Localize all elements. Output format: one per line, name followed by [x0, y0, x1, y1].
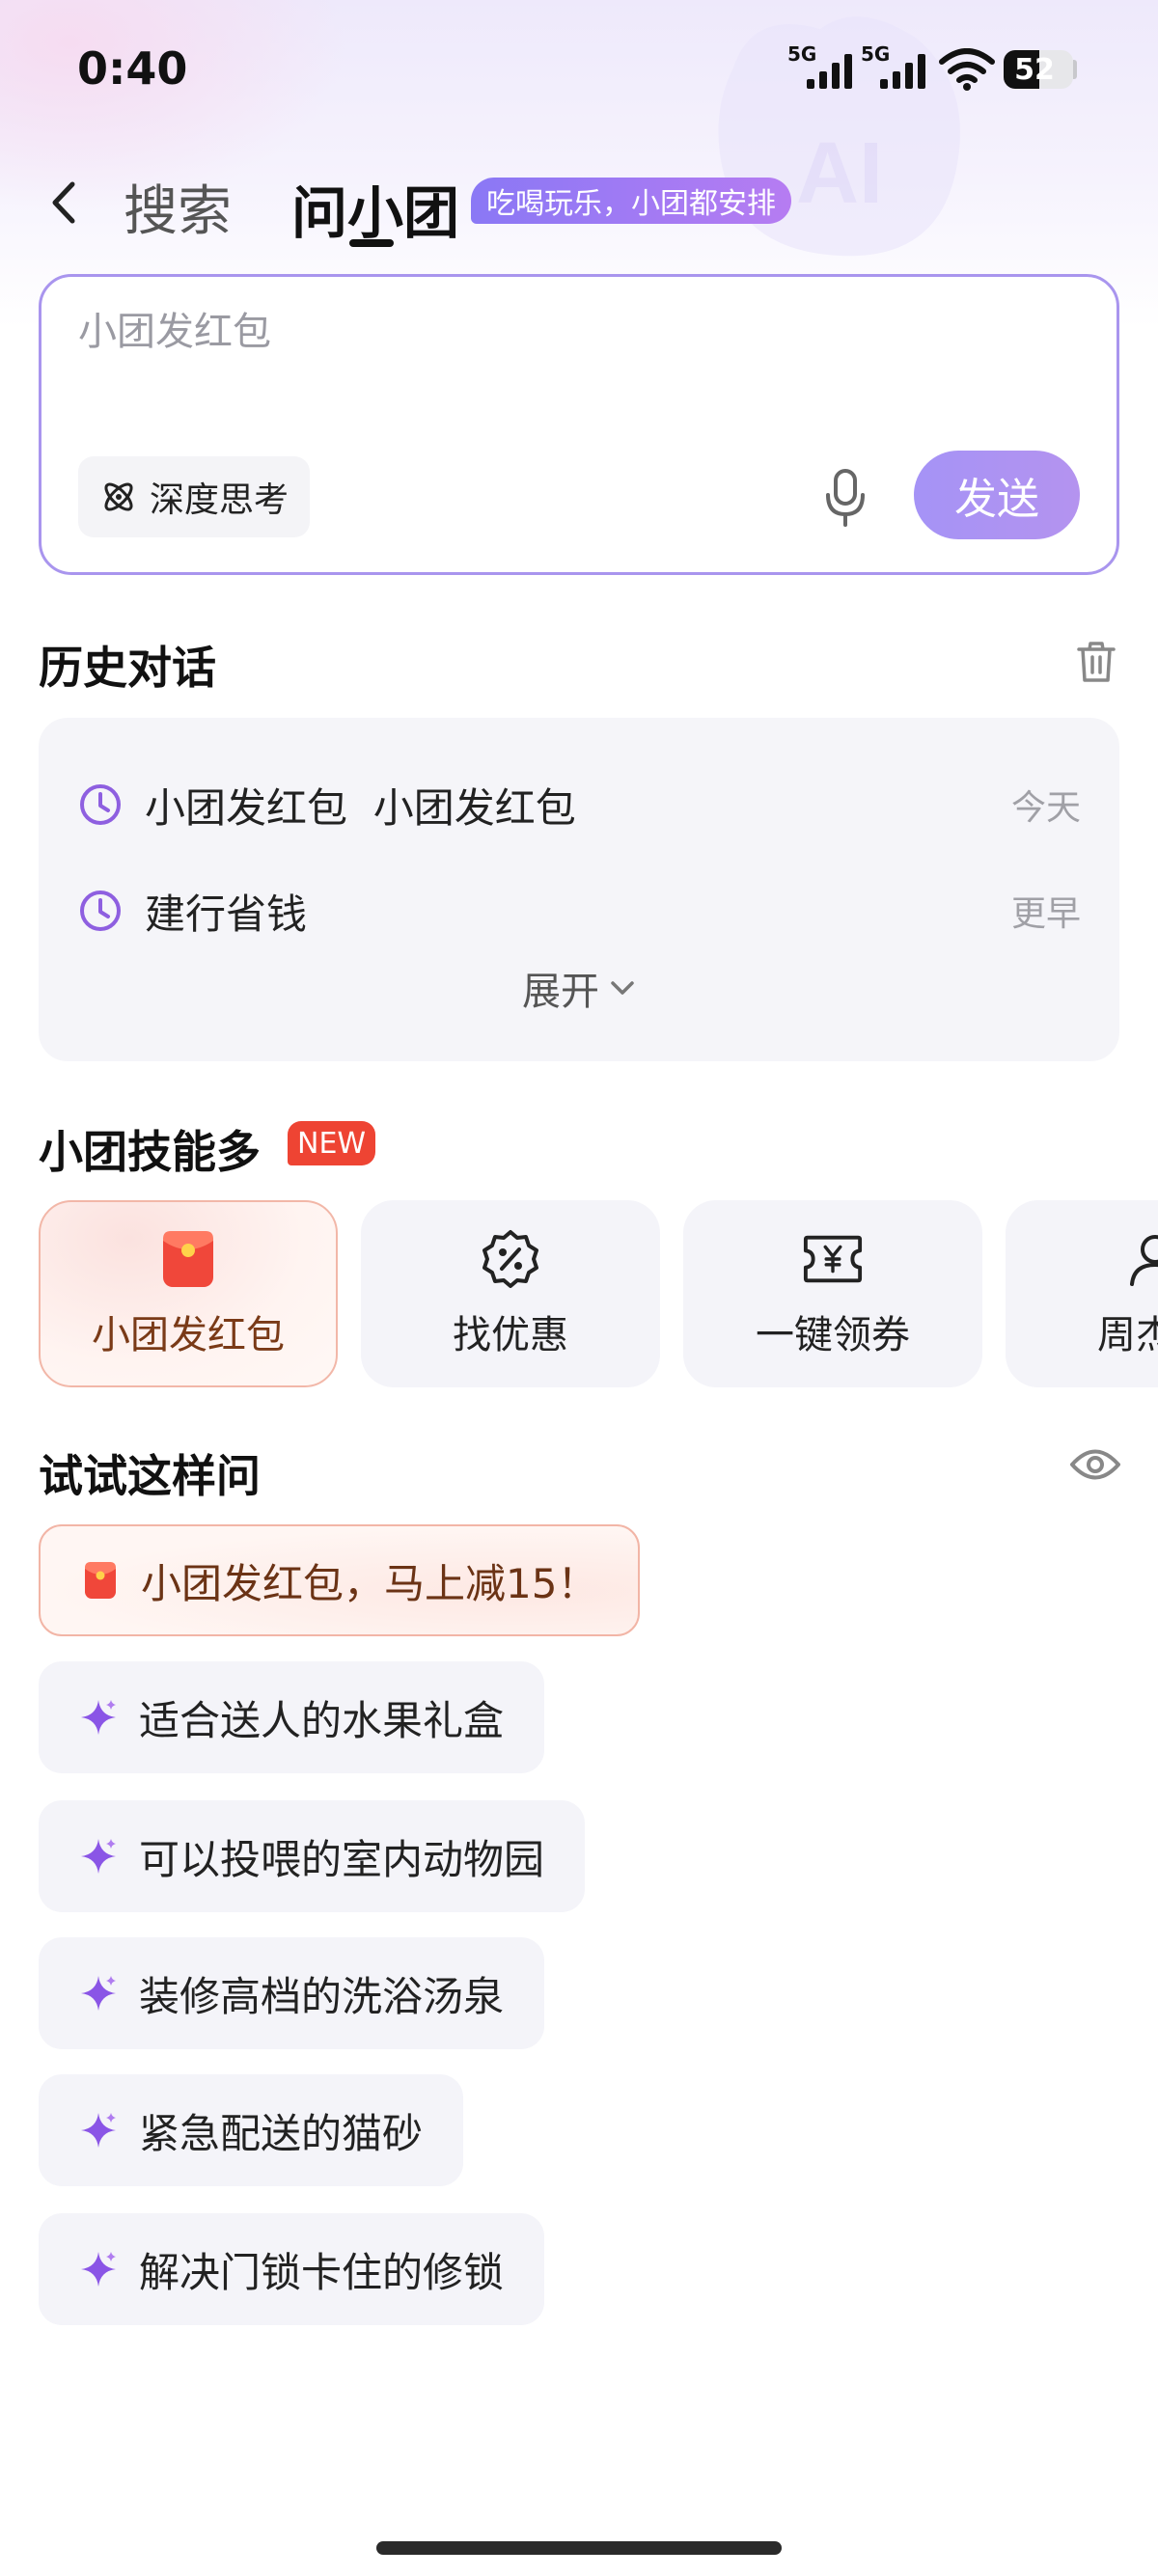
prompt-suggestion[interactable]: 解决门锁卡住的修锁	[39, 2213, 545, 2325]
prompt-suggestion[interactable]: 可以投喂的室内动物园	[39, 1800, 586, 1912]
chevron-down-icon	[611, 981, 634, 995]
skill-label: 找优惠	[453, 1313, 568, 1357]
skill-card-red-packet[interactable]: 小团发红包	[39, 1200, 338, 1387]
clock-icon	[80, 891, 121, 931]
history-item-label: 建行省钱	[145, 890, 308, 938]
sparkle-icon	[79, 1974, 118, 2013]
skill-card-deals[interactable]: 找优惠	[361, 1200, 660, 1387]
voice-input-button[interactable]	[813, 464, 877, 532]
sparkle-icon	[79, 2111, 118, 2150]
skill-card-jay-chou[interactable]: 周杰伦	[1006, 1200, 1158, 1387]
home-indicator[interactable]	[376, 2541, 782, 2555]
active-tab-indicator	[349, 239, 394, 247]
history-title: 历史对话	[39, 642, 216, 694]
trash-icon	[1077, 642, 1116, 682]
toggle-visibility-button[interactable]	[1067, 1441, 1123, 1488]
history-item-time: 更早	[1010, 894, 1081, 934]
prompt-suggestion-red-packet[interactable]: 小团发红包，马上减15！	[39, 1524, 641, 1636]
sparkle-icon	[79, 1698, 118, 1737]
clear-history-button[interactable]	[1071, 637, 1121, 687]
chevron-left-icon	[52, 181, 75, 224]
battery-tip	[1073, 60, 1077, 79]
microphone-icon	[826, 469, 865, 527]
clock-icon	[80, 784, 121, 825]
eye-icon	[1070, 1449, 1120, 1480]
chat-input[interactable]: 小团发红包	[78, 300, 271, 356]
new-badge: NEW	[288, 1121, 376, 1165]
sparkle-icon	[79, 2250, 118, 2288]
skills-title: 小团技能多	[39, 1126, 261, 1178]
cellular-signal-2-icon: 5G	[861, 42, 934, 91]
prompt-label: 适合送人的水果礼盒	[139, 1696, 505, 1744]
slogan-badge: 吃喝玩乐，小团都安排	[471, 178, 791, 224]
prompt-label: 可以投喂的室内动物园	[139, 1835, 545, 1883]
back-button[interactable]	[35, 174, 93, 232]
prompt-label: 小团发红包，马上减15！	[141, 1559, 598, 1607]
send-button[interactable]: 发送	[914, 451, 1080, 539]
red-packet-icon	[81, 1559, 120, 1602]
history-list: 小团发红包 小团发红包 今天 建行省钱 更早 展开	[39, 718, 1119, 1061]
prompt-suggestion[interactable]: 装修高档的洗浴汤泉	[39, 1937, 545, 2049]
coupon-icon	[802, 1228, 864, 1290]
prompt-suggestion[interactable]: 适合送人的水果礼盒	[39, 1661, 545, 1773]
red-packet-icon	[157, 1228, 219, 1290]
sparkle-icon	[79, 1837, 118, 1876]
skill-label: 一键领券	[756, 1313, 910, 1357]
cellular-signal-1-icon: 5G	[787, 42, 861, 91]
battery-percent: 52	[1014, 52, 1055, 87]
prompt-label: 装修高档的洗浴汤泉	[139, 1972, 505, 2020]
prompt-suggestion[interactable]: 紧急配送的猫砂	[39, 2074, 464, 2186]
atom-icon	[104, 482, 133, 511]
skill-label: 周杰伦	[1097, 1313, 1158, 1357]
battery-icon: 52	[1004, 50, 1073, 89]
skill-label: 小团发红包	[92, 1313, 285, 1357]
tab-ask-xiaotuan[interactable]: 问小团	[291, 168, 459, 249]
history-item[interactable]: 建行省钱 更早	[39, 872, 1119, 949]
expand-label: 展开	[522, 970, 599, 1014]
status-time: 0:40	[77, 42, 188, 95]
history-item-label: 小团发红包 小团发红包	[145, 783, 576, 832]
tab-search[interactable]: 搜索	[124, 168, 232, 246]
skill-card-coupon[interactable]: 一键领券	[683, 1200, 982, 1387]
person-icon	[1124, 1228, 1158, 1290]
deep-think-label: 深度思考	[150, 480, 290, 520]
prompts-title: 试试这样问	[39, 1450, 261, 1502]
deep-think-button[interactable]: 深度思考	[78, 456, 311, 537]
header: 搜索 问小团 吃喝玩乐，小团都安排	[0, 154, 1158, 260]
status-bar: 0:40 5G 5G 52	[0, 0, 1158, 135]
prompt-label: 解决门锁卡住的修锁	[139, 2248, 505, 2296]
history-item[interactable]: 小团发红包 小团发红包 今天	[39, 766, 1119, 843]
prompt-label: 紧急配送的猫砂	[139, 2109, 424, 2157]
expand-history-button[interactable]: 展开	[39, 959, 1119, 1017]
wifi-icon	[939, 48, 995, 91]
chat-input-card[interactable]: 小团发红包 深度思考 发送	[39, 274, 1119, 575]
discount-icon	[480, 1228, 541, 1290]
skills-carousel[interactable]: 小团发红包 找优惠 一键领券 周杰伦	[39, 1200, 1158, 1387]
history-item-time: 今天	[1010, 788, 1081, 828]
